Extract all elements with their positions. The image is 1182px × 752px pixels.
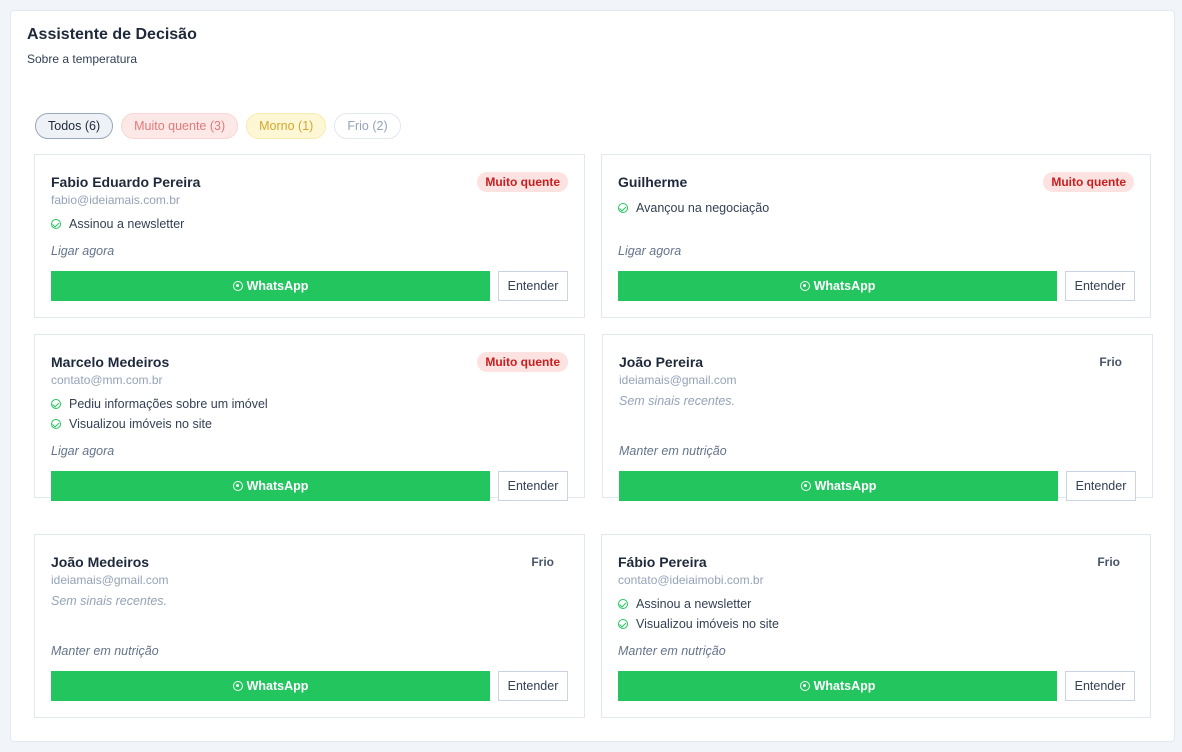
signal-text: Pediu informações sobre um imóvel bbox=[69, 397, 268, 411]
signal-list: Assinou a newsletter bbox=[51, 214, 184, 234]
suggested-action: Ligar agora bbox=[51, 444, 115, 458]
lead-email: ideiamais@gmail.com bbox=[619, 373, 737, 387]
whatsapp-button[interactable]: WhatsApp bbox=[51, 271, 490, 301]
whatsapp-label: WhatsApp bbox=[814, 479, 877, 493]
whatsapp-icon bbox=[232, 681, 243, 691]
entender-button[interactable]: Entender bbox=[1066, 471, 1136, 501]
whatsapp-label: WhatsApp bbox=[813, 279, 876, 293]
lead-card: João Pereira ideiamais@gmail.com Frio Se… bbox=[602, 334, 1153, 501]
lead-name: Fábio Pereira bbox=[618, 554, 707, 570]
entender-button[interactable]: Entender bbox=[498, 471, 568, 501]
signal-list: Pediu informações sobre um imóvel Visual… bbox=[51, 394, 268, 434]
suggested-action: Manter em nutrição bbox=[619, 444, 727, 458]
suggested-action: Manter em nutrição bbox=[618, 644, 726, 658]
signal-item: Assinou a newsletter bbox=[51, 214, 184, 234]
lead-name: Marcelo Medeiros bbox=[51, 354, 170, 370]
signal-list: Avançou na negociação bbox=[618, 198, 769, 218]
signal-text: Visualizou imóveis no site bbox=[69, 417, 212, 431]
temperature-badge: Muito quente bbox=[477, 172, 568, 192]
signal-item: Pediu informações sobre um imóvel bbox=[51, 394, 268, 414]
check-circle-icon bbox=[51, 419, 61, 429]
filter-all[interactable]: Todos (6) bbox=[35, 113, 114, 139]
suggested-action: Manter em nutrição bbox=[51, 644, 159, 658]
lead-card: João Medeiros ideiamais@gmail.com Frio S… bbox=[34, 534, 585, 718]
entender-button[interactable]: Entender bbox=[498, 271, 568, 301]
filter-very-hot[interactable]: Muito quente (3) bbox=[121, 113, 239, 139]
temperature-badge: Frio bbox=[1099, 355, 1122, 369]
whatsapp-button[interactable]: WhatsApp bbox=[618, 271, 1057, 301]
entender-button[interactable]: Entender bbox=[1065, 671, 1135, 701]
whatsapp-icon bbox=[232, 281, 243, 291]
whatsapp-button[interactable]: WhatsApp bbox=[618, 671, 1057, 701]
signal-text: Assinou a newsletter bbox=[69, 217, 185, 231]
lead-card: Fábio Pereira contato@ideiaimobi.com.br … bbox=[601, 534, 1151, 718]
lead-email: ideiamais@gmail.com bbox=[51, 573, 169, 587]
signal-item: Visualizou imóveis no site bbox=[51, 414, 268, 434]
temperature-badge: Muito quente bbox=[477, 352, 568, 372]
lead-name: João Medeiros bbox=[51, 554, 150, 570]
whatsapp-icon bbox=[799, 681, 810, 691]
signal-text: Avançou na negociação bbox=[636, 201, 770, 215]
signal-item: Assinou a newsletter bbox=[618, 594, 779, 614]
check-circle-icon bbox=[618, 599, 628, 609]
whatsapp-button[interactable]: WhatsApp bbox=[619, 471, 1058, 501]
signal-list: Assinou a newsletter Visualizou imóveis … bbox=[618, 594, 779, 634]
temperature-badge: Frio bbox=[1097, 555, 1120, 569]
lead-email: fabio@ideiamais.com.br bbox=[51, 193, 180, 207]
filter-warm[interactable]: Morno (1) bbox=[246, 113, 327, 139]
no-signals-text: Sem sinais recentes. bbox=[51, 594, 168, 608]
whatsapp-button[interactable]: WhatsApp bbox=[51, 471, 490, 501]
whatsapp-label: WhatsApp bbox=[246, 479, 309, 493]
lead-name: João Pereira bbox=[619, 354, 704, 370]
lead-card: Guilherme Muito quente Avançou na negoci… bbox=[601, 154, 1151, 318]
check-circle-icon bbox=[51, 219, 61, 229]
no-signals-text: Sem sinais recentes. bbox=[619, 394, 736, 408]
check-circle-icon bbox=[618, 619, 628, 629]
lead-card: Marcelo Medeiros contato@mm.com.br Muito… bbox=[34, 334, 585, 501]
lead-card: Fabio Eduardo Pereira fabio@ideiamais.co… bbox=[34, 154, 585, 318]
entender-button[interactable]: Entender bbox=[1065, 271, 1135, 301]
check-circle-icon bbox=[51, 399, 61, 409]
whatsapp-icon bbox=[232, 481, 243, 491]
page-title: Assistente de Decisão bbox=[27, 26, 197, 43]
lead-name: Guilherme bbox=[618, 174, 688, 190]
whatsapp-button[interactable]: WhatsApp bbox=[51, 671, 490, 701]
whatsapp-icon bbox=[800, 481, 811, 491]
entender-button[interactable]: Entender bbox=[498, 671, 568, 701]
suggested-action: Ligar agora bbox=[618, 244, 682, 258]
whatsapp-label: WhatsApp bbox=[246, 679, 309, 693]
check-circle-icon bbox=[618, 203, 628, 213]
whatsapp-icon bbox=[799, 281, 810, 291]
suggested-action: Ligar agora bbox=[51, 244, 115, 258]
filter-cold[interactable]: Frio (2) bbox=[334, 113, 401, 139]
temperature-badge: Frio bbox=[531, 555, 554, 569]
lead-name: Fabio Eduardo Pereira bbox=[51, 174, 201, 190]
signal-item: Avançou na negociação bbox=[618, 198, 769, 218]
whatsapp-label: WhatsApp bbox=[813, 679, 876, 693]
signal-item: Visualizou imóveis no site bbox=[618, 614, 779, 634]
whatsapp-label: WhatsApp bbox=[246, 279, 309, 293]
lead-email: contato@mm.com.br bbox=[51, 373, 163, 387]
signal-text: Visualizou imóveis no site bbox=[636, 617, 779, 631]
temperature-badge: Muito quente bbox=[1043, 172, 1134, 192]
temperature-filters: Todos (6) Muito quente (3) Morno (1) Fri… bbox=[35, 113, 401, 139]
signal-text: Assinou a newsletter bbox=[636, 597, 752, 611]
page-subtitle: Sobre a temperatura bbox=[27, 52, 138, 66]
lead-email: contato@ideiaimobi.com.br bbox=[618, 573, 764, 587]
